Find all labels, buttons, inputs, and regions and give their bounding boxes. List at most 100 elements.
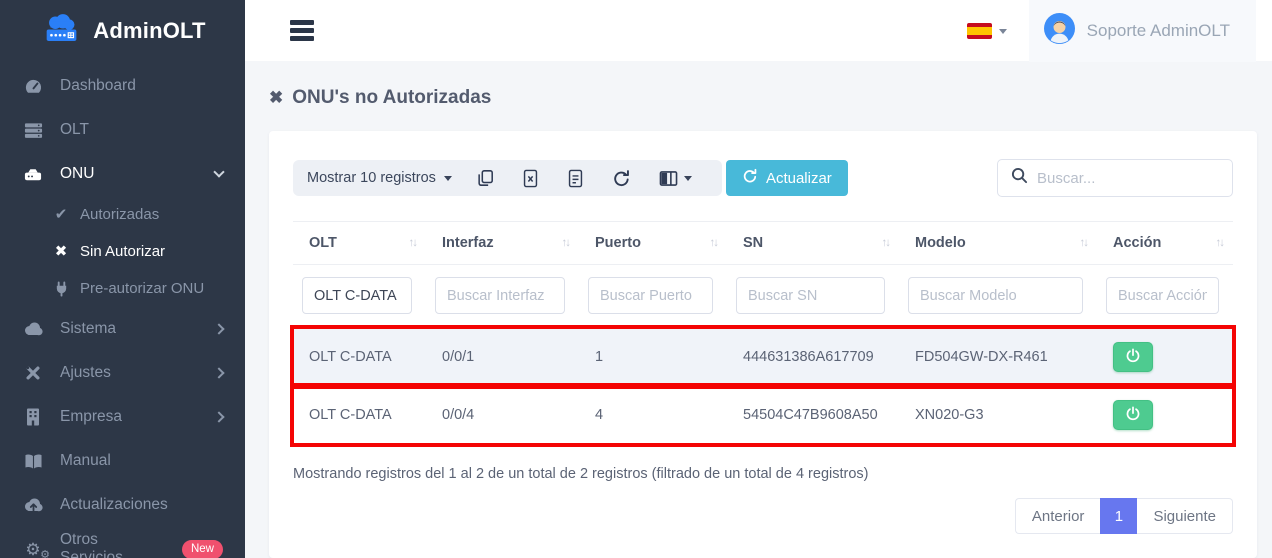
refresh-icon: [742, 168, 758, 188]
sidebar-item-label: Otros Servicios: [60, 531, 158, 558]
cell-sn: 444631386A617709: [727, 328, 899, 386]
filter-interfaz-input[interactable]: [435, 277, 565, 314]
cell-olt: OLT C-DATA: [293, 328, 426, 386]
search-icon: [1011, 167, 1028, 189]
sidebar-item-olt[interactable]: OLT: [0, 108, 245, 152]
sidebar-item-actualizaciones[interactable]: Actualizaciones: [0, 483, 245, 527]
column-header-modelo[interactable]: Modelo↑↓: [899, 222, 1097, 265]
sidebar-item-sistema[interactable]: Sistema: [0, 307, 245, 351]
check-icon: ✔: [52, 207, 70, 222]
column-header-interfaz[interactable]: Interfaz↑↓: [426, 222, 579, 265]
cell-interfaz: 0/0/4: [426, 386, 579, 444]
sidebar-item-label: Pre-autorizar ONU: [80, 280, 204, 297]
table-card: Mostrar 10 registros: [269, 131, 1257, 558]
adminolt-logo-icon: [39, 13, 85, 49]
pagination-page-1-button[interactable]: 1: [1100, 498, 1137, 534]
sidebar-item-label: OLT: [60, 121, 89, 139]
chevron-right-icon: [213, 323, 224, 334]
sidebar-item-dashboard[interactable]: Dashboard: [0, 64, 245, 108]
cell-sn: 54504C47B9608A50: [727, 386, 899, 444]
user-name: Soporte AdminOLT: [1087, 21, 1230, 41]
sidebar-item-label: Dashboard: [60, 77, 136, 95]
power-icon: [1126, 348, 1140, 366]
x-icon: ✖: [269, 88, 283, 108]
authorize-power-button[interactable]: [1113, 400, 1153, 430]
sidebar-item-manual[interactable]: Manual: [0, 439, 245, 483]
sidebar-item-sin-autorizar[interactable]: ✖ Sin Autorizar: [0, 233, 245, 270]
page-title: ✖ ONU's no Autorizadas: [269, 87, 1257, 109]
caret-down-icon: [444, 176, 452, 181]
sidebar-item-pre-autorizar-onu[interactable]: Pre-autorizar ONU: [0, 270, 245, 307]
main-area: Soporte AdminOLT ✖ ONU's no Autorizadas …: [245, 0, 1272, 558]
language-dropdown[interactable]: [967, 23, 1007, 39]
table-info: Mostrando registros del 1 al 2 de un tot…: [293, 466, 1233, 482]
pagination-next-button[interactable]: Siguiente: [1137, 498, 1233, 534]
filter-accion-input[interactable]: [1106, 277, 1219, 314]
onu-table: OLT↑↓ Interfaz↑↓ Puerto↑↓ SN↑↓ Modelo↑↓ …: [293, 221, 1233, 444]
filter-puerto-input[interactable]: [588, 277, 713, 314]
copy-button[interactable]: [462, 160, 508, 196]
onu-device-icon: [21, 165, 45, 184]
table-row: OLT C-DATA 0/0/1 1 444631386A617709 FD50…: [293, 328, 1233, 386]
sidebar-item-empresa[interactable]: Empresa: [0, 395, 245, 439]
plug-icon: [52, 281, 70, 297]
sidebar-item-label: Empresa: [60, 408, 122, 426]
cell-puerto: 4: [579, 386, 727, 444]
table-toolbar: Mostrar 10 registros: [293, 159, 1233, 197]
cell-interfaz: 0/0/1: [426, 328, 579, 386]
chevron-right-icon: [213, 411, 224, 422]
cloud-upload-icon: [21, 497, 45, 513]
authorize-power-button[interactable]: [1113, 342, 1153, 372]
cell-modelo: FD504GW-DX-R461: [899, 328, 1097, 386]
sidebar-item-ajustes[interactable]: Ajustes: [0, 351, 245, 395]
olt-server-icon: [21, 121, 45, 140]
cell-modelo: XN020-G3: [899, 386, 1097, 444]
file-export-button[interactable]: [553, 160, 598, 196]
filter-modelo-input[interactable]: [908, 277, 1083, 314]
sidebar-item-otros-servicios[interactable]: ⚙⚙ Otros Servicios New: [0, 527, 245, 558]
table-header-row: OLT↑↓ Interfaz↑↓ Puerto↑↓ SN↑↓ Modelo↑↓ …: [293, 222, 1233, 265]
cell-olt: OLT C-DATA: [293, 386, 426, 444]
power-icon: [1126, 406, 1140, 424]
sidebar-item-autorizadas[interactable]: ✔ Autorizadas: [0, 196, 245, 233]
sidebar-item-label: Autorizadas: [80, 206, 159, 223]
user-menu[interactable]: Soporte AdminOLT: [1029, 0, 1256, 62]
cell-puerto: 1: [579, 328, 727, 386]
page-content: ✖ ONU's no Autorizadas Mostrar 10 regist…: [245, 61, 1272, 558]
page-title-text: ONU's no Autorizadas: [292, 87, 491, 109]
column-visibility-button[interactable]: [645, 160, 706, 196]
column-header-accion[interactable]: Acción↑↓: [1097, 222, 1233, 265]
sidebar-toggle-button[interactable]: [290, 20, 314, 41]
caret-down-icon: [684, 176, 692, 181]
column-header-sn[interactable]: SN↑↓: [727, 222, 899, 265]
filter-sn-input[interactable]: [736, 277, 885, 314]
reload-table-button[interactable]: [598, 160, 645, 196]
sidebar: AdminOLT Dashboard OLT ONU: [0, 0, 245, 558]
column-header-puerto[interactable]: Puerto↑↓: [579, 222, 727, 265]
sidebar-item-label: Sin Autorizar: [80, 243, 165, 260]
sort-icon: ↑↓: [562, 237, 570, 249]
search-input[interactable]: [1037, 170, 1222, 187]
pagination-prev-button[interactable]: Anterior: [1015, 498, 1101, 534]
sidebar-nav: Dashboard OLT ONU ✔ Autorizadas: [0, 62, 245, 558]
avatar: [1044, 13, 1075, 49]
brand[interactable]: AdminOLT: [0, 0, 245, 62]
sort-icon: ↑↓: [1216, 237, 1224, 249]
column-header-olt[interactable]: OLT↑↓: [293, 222, 426, 265]
building-icon: [21, 408, 45, 426]
filter-olt-input[interactable]: [302, 277, 412, 314]
show-entries-label: Mostrar 10 registros: [307, 170, 436, 186]
top-navbar: Soporte AdminOLT: [245, 0, 1272, 61]
spain-flag-icon: [967, 23, 992, 39]
sidebar-item-onu[interactable]: ONU: [0, 152, 245, 196]
cloud-icon: [21, 321, 45, 337]
sidebar-item-label: Actualizaciones: [60, 496, 168, 514]
adminolt-app: AdminOLT Dashboard OLT ONU: [0, 0, 1272, 558]
sort-icon: ↑↓: [1080, 237, 1088, 249]
actualizar-button[interactable]: Actualizar: [726, 160, 848, 196]
brand-name: AdminOLT: [93, 18, 205, 44]
excel-export-button[interactable]: [508, 160, 553, 196]
sort-icon: ↑↓: [882, 237, 890, 249]
show-entries-dropdown[interactable]: Mostrar 10 registros: [307, 170, 462, 186]
tools-icon: [21, 364, 45, 382]
